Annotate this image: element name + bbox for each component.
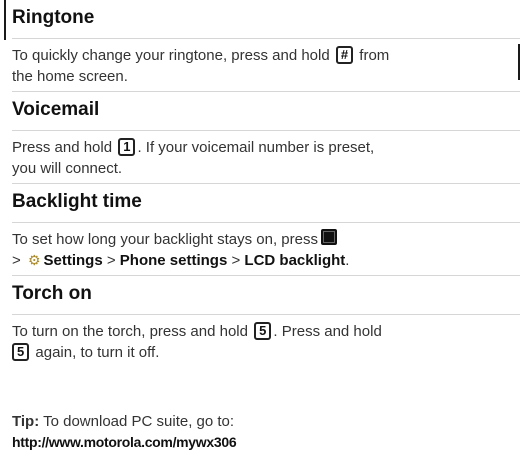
left-margin-rule [4,0,6,40]
backlight-heading: Backlight time [12,191,142,212]
ringtone-heading-block: Ringtone [12,0,520,39]
manual-page: Ringtone To quickly change your ringtone… [0,0,520,470]
backlight-text-line1: To set how long your backlight stays on,… [12,229,520,250]
backlight-text-start: To set how long your backlight stays on,… [12,231,318,248]
one-key-icon: 1 [118,138,136,156]
backlight-heading-block: Backlight time [12,184,520,223]
voicemail-section: Voicemail Press and hold 1. If your voic… [12,92,520,184]
menu-separator: > [106,252,116,269]
torch-section: Torch on To turn on the torch, press and… [12,276,520,367]
content-column: Ringtone To quickly change your ringtone… [12,0,520,453]
ringtone-body: To quickly change your ringtone, press a… [12,39,520,91]
ringtone-section: Ringtone To quickly change your ringtone… [12,0,520,92]
settings-gear-icon: ⚙ [27,252,41,268]
ringtone-text-line2: the home screen. [12,68,128,85]
voicemail-text-line1: Press and hold 1. If your voicemail numb… [12,137,520,158]
voicemail-text-start: Press and hold [12,139,117,156]
menu-separator: > [12,252,21,269]
tip-url-line: http://www.motorola.com/mywx306 [12,432,520,453]
ringtone-text-end: from [355,47,390,64]
voicemail-heading: Voicemail [12,99,100,120]
voicemail-heading-block: Voicemail [12,92,520,131]
torch-text-line2: 5 again, to turn it off. [12,342,520,363]
torch-text-line2-end: again, to turn it off. [31,344,160,361]
backlight-body: To set how long your backlight stays on,… [12,223,520,275]
voicemail-body: Press and hold 1. If your voicemail numb… [12,131,520,183]
pc-suite-link[interactable]: http://www.motorola.com/mywx306 [12,434,237,450]
torch-text-line1: To turn on the torch, press and hold 5. … [12,321,520,342]
hash-key-icon: # [335,46,354,64]
ringtone-text-start: To quickly change your ringtone, press a… [12,47,334,64]
menu-key-icon [321,229,337,245]
ringtone-heading: Ringtone [12,7,95,28]
tip-body: To download PC suite, go to: [39,413,235,430]
backlight-period: . [345,252,350,269]
torch-text-start: To turn on the torch, press and hold [12,323,253,340]
voicemail-text-line2: you will connect. [12,160,123,177]
torch-text-end: . Press and hold [273,323,382,340]
five-key-icon: 5 [12,343,30,361]
tip-text: Tip: To download PC suite, go to: [12,411,520,432]
tip-label: Tip: [12,413,40,430]
torch-body: To turn on the torch, press and hold 5. … [12,315,520,367]
torch-heading-block: Torch on [12,276,520,315]
backlight-section: Backlight time To set how long your back… [12,184,520,276]
menu-separator: > [231,252,241,269]
menu-phone-settings: Phone settings [119,252,228,269]
backlight-menu-path: > ⚙ Settings > Phone settings > LCD backl… [12,250,520,271]
ringtone-text-line1: To quickly change your ringtone, press a… [12,45,520,66]
tip-block: Tip: To download PC suite, go to: http:/… [12,411,520,453]
five-key-icon: 5 [254,322,272,340]
menu-lcd-backlight: LCD backlight [244,252,346,269]
voicemail-text-end: . If your voicemail number is preset, [137,139,375,156]
menu-settings: Settings [43,252,103,269]
torch-heading: Torch on [12,283,92,304]
